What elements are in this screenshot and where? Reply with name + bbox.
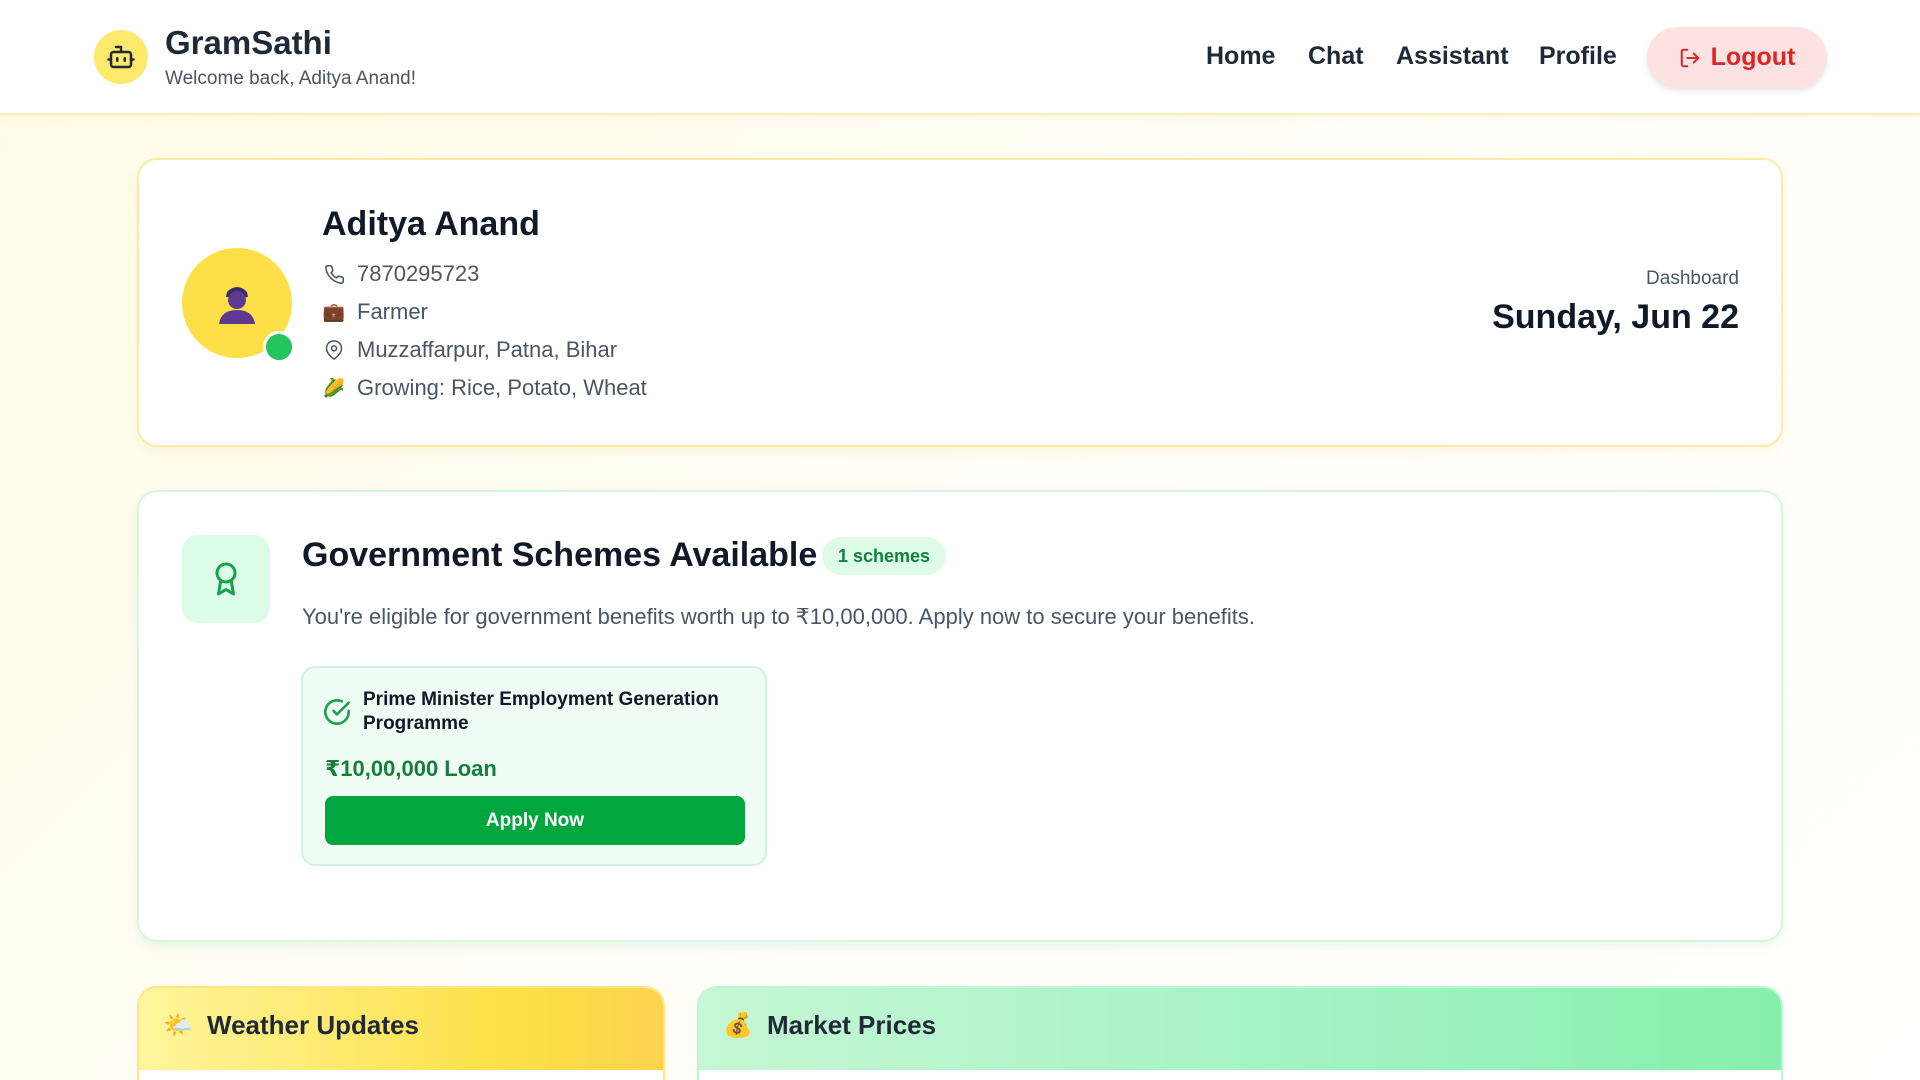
location: Muzzaffarpur, Patna, Bihar xyxy=(357,337,618,362)
phone-row: 7870295723 xyxy=(323,261,479,287)
money-bag-icon: 💰 xyxy=(723,1012,753,1039)
market-header: 💰 Market Prices xyxy=(699,988,1781,1070)
profile-card: Aditya Anand 7870295723 💼 Farmer Muzzaff… xyxy=(137,158,1783,447)
government-schemes-card: Government Schemes Available 1 schemes Y… xyxy=(137,490,1783,942)
schemes-description: You're eligible for government benefits … xyxy=(302,604,1255,629)
weather-title: Weather Updates xyxy=(207,1010,419,1040)
online-status-indicator xyxy=(263,331,295,363)
schemes-count-badge: 1 schemes xyxy=(822,537,947,575)
nav-home[interactable]: Home xyxy=(1206,42,1275,71)
schemes-title: Government Schemes Available xyxy=(302,536,818,574)
top-header: GramSathi Welcome back, Aditya Anand! Ho… xyxy=(0,0,1920,115)
brand-title: GramSathi xyxy=(165,24,332,61)
location-row: Muzzaffarpur, Patna, Bihar xyxy=(323,337,617,363)
phone-number: 7870295723 xyxy=(357,261,480,286)
occupation-row: 💼 Farmer xyxy=(323,299,428,325)
welcome-message: Welcome back, Aditya Anand! xyxy=(165,68,417,89)
nav-profile[interactable]: Profile xyxy=(1539,42,1617,71)
award-icon xyxy=(182,535,270,623)
bot-icon xyxy=(94,30,148,84)
apply-now-button[interactable]: Apply Now xyxy=(325,796,745,845)
map-pin-icon xyxy=(323,339,345,361)
phone-icon xyxy=(323,263,345,285)
crops-row: 🌽 Growing: Rice, Potato, Wheat xyxy=(323,375,647,401)
scheme-name: Prime Minister Employment Generation Pro… xyxy=(363,689,719,734)
briefcase-icon: 💼 xyxy=(322,301,346,322)
nav-assistant[interactable]: Assistant xyxy=(1396,42,1509,71)
dashboard-label: Dashboard xyxy=(1646,268,1739,289)
crops: Growing: Rice, Potato, Wheat xyxy=(357,375,647,400)
logout-button[interactable]: Logout xyxy=(1647,27,1827,88)
profile-name: Aditya Anand xyxy=(322,205,540,243)
current-date: Sunday, Jun 22 xyxy=(1492,298,1739,336)
weather-card: 🌤️ Weather Updates xyxy=(137,986,665,1080)
check-circle-icon xyxy=(324,699,350,725)
market-title: Market Prices xyxy=(767,1010,937,1040)
corn-icon: 🌽 xyxy=(322,377,346,398)
farmer-avatar-icon xyxy=(219,287,255,324)
weather-header: 🌤️ Weather Updates xyxy=(139,988,663,1070)
logout-icon xyxy=(1680,48,1699,67)
nav-chat[interactable]: Chat xyxy=(1308,42,1364,71)
logout-label: Logout xyxy=(1710,43,1796,71)
scheme-amount: ₹10,00,000 Loan xyxy=(325,756,497,781)
occupation: Farmer xyxy=(357,299,428,324)
scheme-item: Prime Minister Employment Generation Pro… xyxy=(301,666,767,866)
sun-cloud-icon: 🌤️ xyxy=(163,1012,193,1039)
market-prices-card: 💰 Market Prices xyxy=(697,986,1783,1080)
